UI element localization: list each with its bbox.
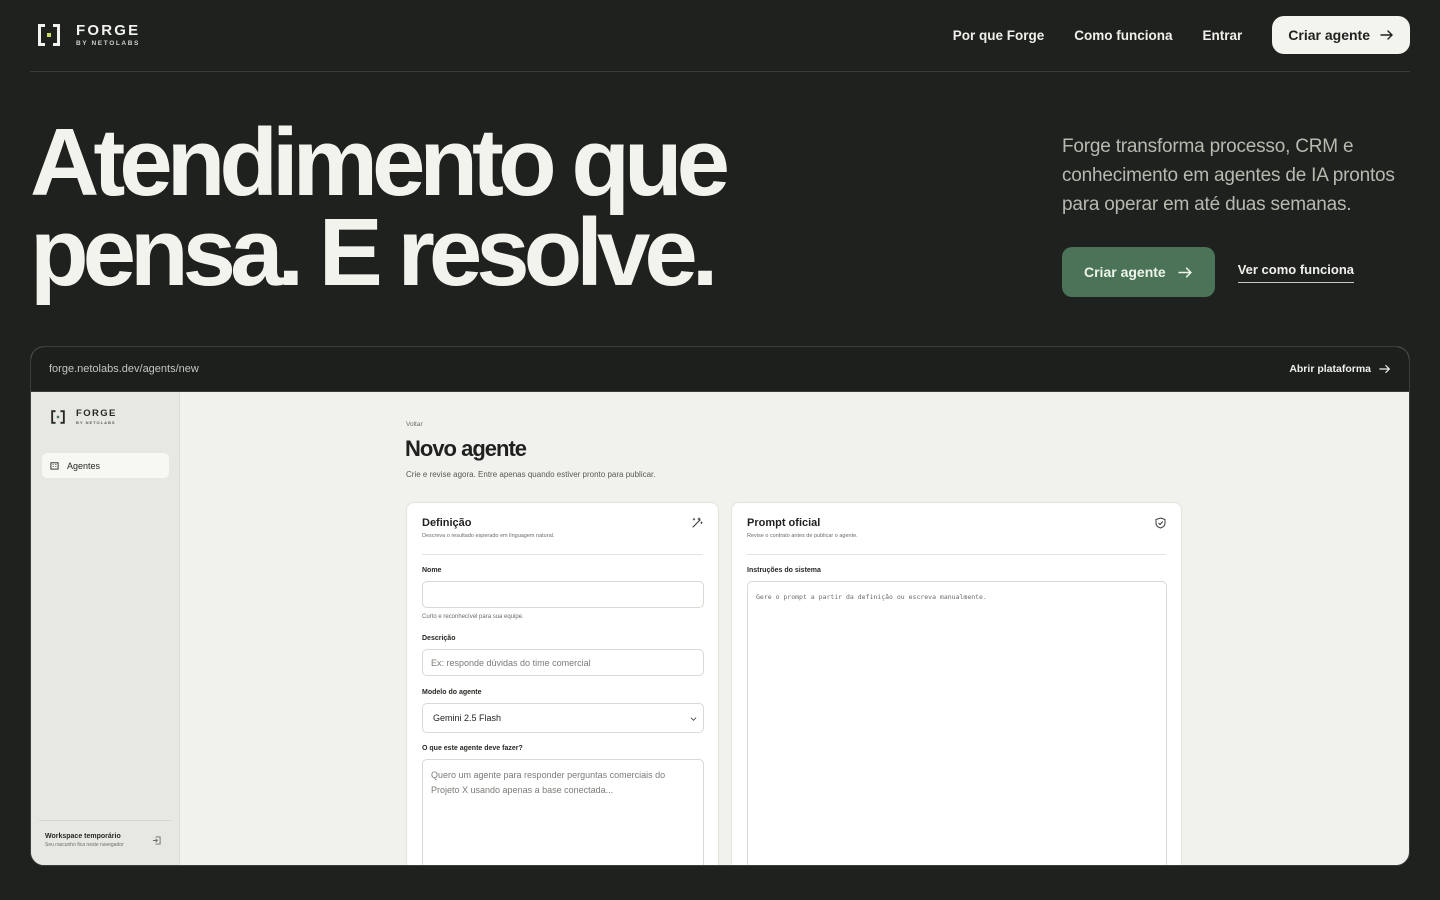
sidebar-item-agents[interactable]: Agentes — [42, 453, 169, 478]
nav-create-agent-button[interactable]: Criar agente — [1272, 16, 1410, 54]
hero-headline-line-1: Atendimento que — [30, 109, 730, 216]
chevron-down-icon — [690, 716, 697, 721]
shield-icon[interactable] — [1155, 517, 1166, 529]
nav-link-login[interactable]: Entrar — [1203, 28, 1243, 43]
prompt-title: Prompt oficial — [747, 517, 821, 529]
workspace-subtitle: Seu rascunho fica neste navegador — [45, 842, 124, 848]
instructions-textarea[interactable]: Gere o prompt a partir da definição ou e… — [747, 581, 1167, 865]
arrow-right-icon — [1380, 30, 1393, 40]
app-brand-logo[interactable]: FORGE BY NETOLABS — [50, 409, 117, 425]
brand-name: FORGE — [76, 21, 141, 39]
app-brand-subtitle: BY NETOLABS — [76, 419, 116, 425]
hero-description: Forge transforma processo, CRM e conheci… — [1062, 136, 1395, 215]
name-hint: Curto e reconhecível para sua equipe. — [422, 614, 524, 620]
top-nav: FORGE BY NETOLABS Por que Forge Como fun… — [0, 0, 1440, 72]
prompt-card: Prompt oficial Revise o contrato antes d… — [731, 502, 1182, 865]
hero-headline-line-2: pensa. E resolve. — [30, 199, 718, 306]
nav-link-how-it-works[interactable]: Como funciona — [1074, 28, 1172, 43]
app-main: Voltar Novo agente Crie e revise agora. … — [180, 392, 1409, 865]
name-label: Nome — [422, 567, 442, 574]
sidebar-divider — [39, 820, 171, 821]
browser-address-bar: forge.netolabs.dev/agents/new Abrir plat… — [31, 347, 1409, 392]
workspace-info: Workspace temporário Seu rascunho fica n… — [45, 833, 124, 848]
app-window: FORGE BY NETOLABS Agentes Workspace temp… — [31, 392, 1409, 865]
open-platform-link[interactable]: Abrir plataforma — [1289, 363, 1391, 375]
name-input[interactable] — [422, 581, 704, 608]
app-brand-name: FORGE — [76, 408, 117, 420]
open-platform-label: Abrir plataforma — [1289, 363, 1371, 375]
browser-url: forge.netolabs.dev/agents/new — [49, 363, 199, 375]
task-textarea[interactable]: Quero um agente para responder perguntas… — [422, 759, 704, 865]
login-icon[interactable] — [152, 836, 161, 845]
model-label: Modelo do agente — [422, 689, 482, 696]
hero-create-agent-label: Criar agente — [1084, 264, 1166, 280]
forge-logo-icon — [51, 410, 65, 424]
arrow-right-icon — [1379, 364, 1391, 374]
page-title: Novo agente — [405, 436, 527, 461]
brand-subtitle: BY NETOLABS — [76, 39, 140, 47]
workspace-title: Workspace temporário — [45, 833, 121, 840]
forge-logo-icon — [36, 22, 62, 48]
back-link[interactable]: Voltar — [406, 421, 423, 428]
building-icon — [50, 462, 59, 470]
instructions-label: Instruções do sistema — [747, 567, 821, 574]
nav-create-agent-label: Criar agente — [1288, 27, 1370, 43]
brand-logo[interactable]: FORGE BY NETOLABS — [36, 22, 140, 48]
hero-aside: Forge transforma processo, CRM e conheci… — [1062, 132, 1412, 297]
app-sidebar: FORGE BY NETOLABS Agentes Workspace temp… — [31, 392, 180, 865]
nav-link-why-forge[interactable]: Por que Forge — [953, 28, 1045, 43]
arrow-right-icon — [1178, 266, 1192, 278]
browser-mockup: forge.netolabs.dev/agents/new Abrir plat… — [30, 346, 1410, 866]
nav-divider — [30, 71, 1410, 72]
description-label: Descrição — [422, 635, 456, 642]
task-label: O que este agente deve fazer? — [422, 745, 523, 752]
prompt-description: Revise o contrato antes de publicar o ag… — [747, 533, 858, 539]
page-subtitle: Crie e revise agora. Entre apenas quando… — [406, 470, 656, 479]
model-select-value: Gemini 2.5 Flash — [433, 713, 502, 723]
definition-title: Definição — [422, 517, 472, 529]
definition-card: Definição Descreva o resultado esperado … — [406, 502, 719, 865]
see-how-it-works-link[interactable]: Ver como funciona — [1237, 262, 1355, 283]
hero-headline: Atendimento que pensa. E resolve. — [30, 109, 730, 306]
model-select[interactable]: Gemini 2.5 Flash — [422, 703, 704, 733]
sidebar-item-label: Agentes — [67, 460, 101, 471]
description-input[interactable]: Ex: responde dúvidas do time comercial — [422, 649, 704, 676]
hero-create-agent-button[interactable]: Criar agente — [1062, 247, 1215, 297]
definition-description: Descreva o resultado esperado em linguag… — [422, 533, 555, 539]
magic-wand-icon[interactable] — [691, 517, 703, 529]
